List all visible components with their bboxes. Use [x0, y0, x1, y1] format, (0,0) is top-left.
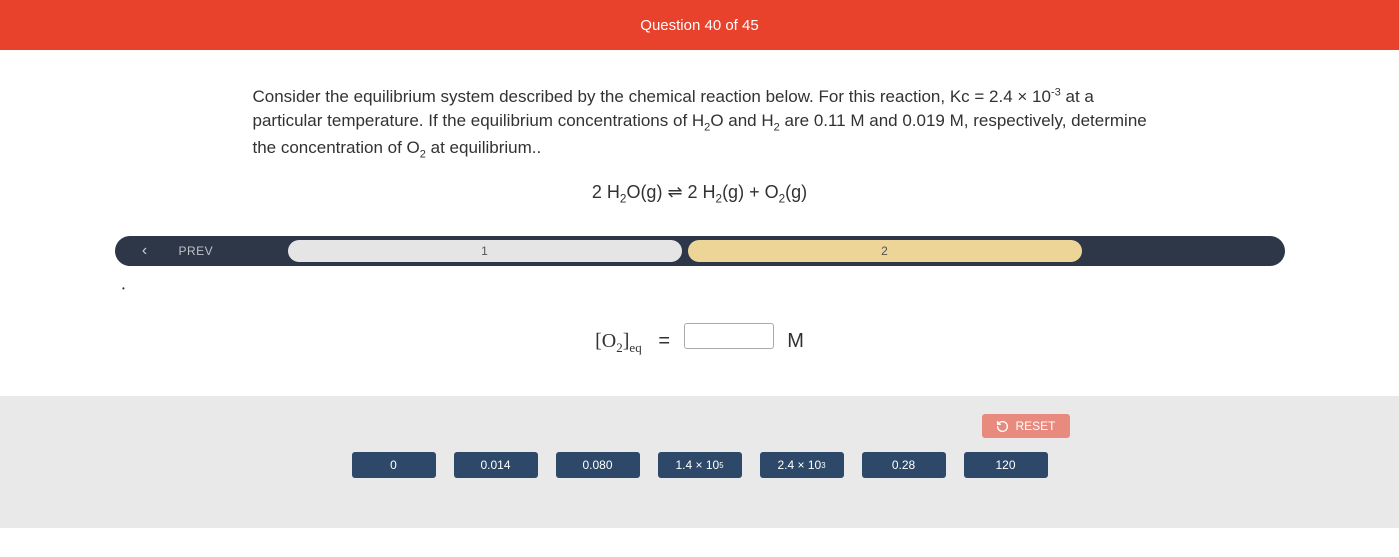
choice-5[interactable]: 0.28	[862, 452, 946, 478]
unit-label: M	[787, 330, 804, 352]
reset-label: RESET	[1015, 419, 1055, 433]
choice-4[interactable]: 2.4 × 103	[760, 452, 844, 478]
prev-button[interactable]: PREV	[175, 244, 285, 258]
question-content: Consider the equilibrium system describe…	[0, 50, 1399, 356]
question-prompt: Consider the equilibrium system describe…	[235, 85, 1165, 162]
step-container: 1 2	[285, 240, 1085, 262]
answer-choice-area: RESET 0 0.014 0.080 1.4 × 105 2.4 × 103 …	[0, 396, 1399, 528]
step-nav-pill: ‹ PREV 1 2	[115, 236, 1285, 266]
choice-3[interactable]: 1.4 × 105	[658, 452, 742, 478]
answer-input-row: [O2]eq = M	[0, 323, 1399, 356]
bullet-dot: •	[122, 284, 1399, 293]
question-header: Question 40 of 45	[0, 0, 1399, 50]
step-2-tab[interactable]: 2	[688, 240, 1082, 262]
reset-icon	[996, 420, 1009, 433]
choices-row: 0 0.014 0.080 1.4 × 105 2.4 × 103 0.28 1…	[0, 452, 1399, 478]
question-counter: Question 40 of 45	[640, 17, 758, 34]
concentration-label: [O2]eq	[595, 330, 642, 352]
step-nav-row: ‹ PREV 1 2	[0, 236, 1399, 266]
choice-0[interactable]: 0	[352, 452, 436, 478]
prev-arrow-icon[interactable]: ‹	[115, 242, 175, 260]
step-1-tab[interactable]: 1	[288, 240, 682, 262]
choice-6[interactable]: 120	[964, 452, 1048, 478]
concentration-input[interactable]	[684, 323, 774, 349]
reset-button[interactable]: RESET	[982, 414, 1069, 438]
equals-sign: =	[658, 330, 670, 352]
choice-1[interactable]: 0.014	[454, 452, 538, 478]
chemical-equation: 2 H2O(g) ⇌ 2 H2(g) + O2(g)	[0, 182, 1399, 206]
choice-2[interactable]: 0.080	[556, 452, 640, 478]
